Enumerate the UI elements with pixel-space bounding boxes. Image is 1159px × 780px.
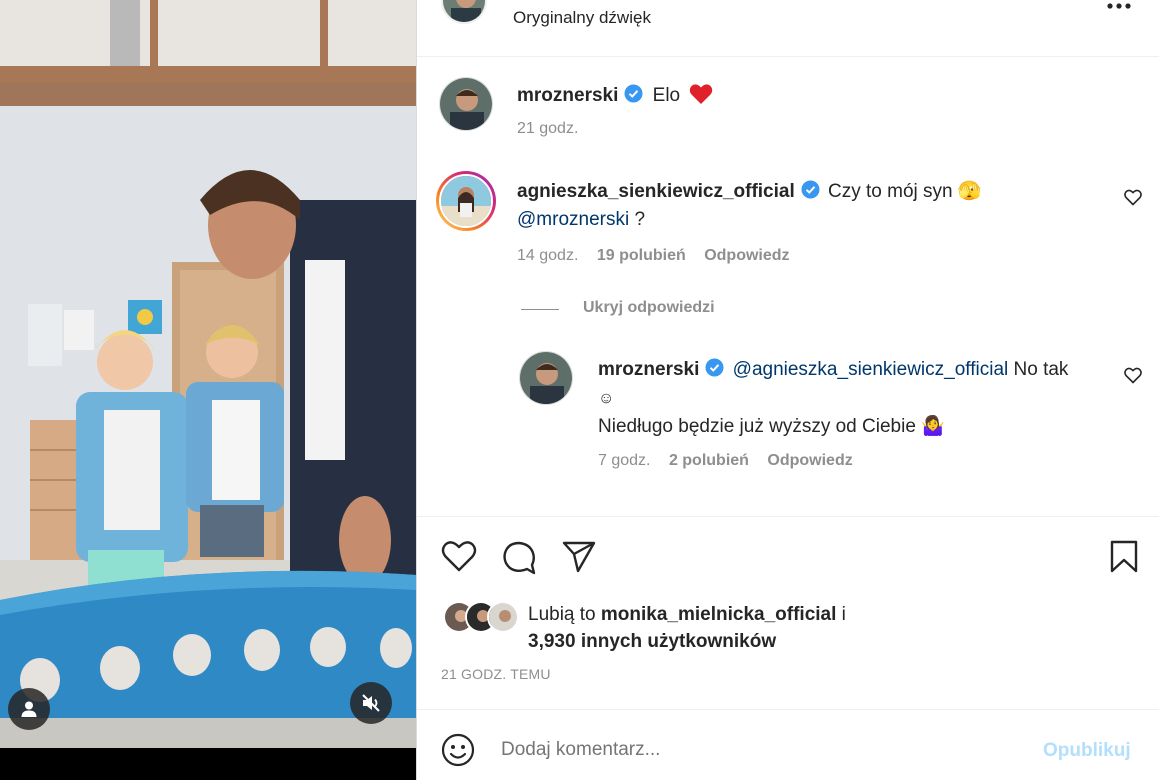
post-panel: Oryginalny dźwięk mroznerski Elo 21 godz… [416, 0, 1159, 780]
verified-icon [801, 180, 820, 199]
comment-time[interactable]: 14 godz. [517, 247, 578, 264]
video-frame [0, 0, 416, 748]
comment-avatar-ring[interactable] [436, 171, 496, 231]
share-icon [562, 541, 596, 573]
share-button[interactable] [561, 540, 597, 579]
audio-label[interactable]: Oryginalny dźwięk [513, 8, 651, 28]
emoji-button[interactable] [441, 733, 475, 772]
post-comment-button[interactable]: Opublikuj [1043, 740, 1131, 762]
reply-likes[interactable]: 2 polubień [669, 452, 749, 469]
heart-icon [1124, 189, 1142, 206]
caption-time[interactable]: 21 godz. [517, 120, 578, 138]
comment-button[interactable] [501, 540, 537, 581]
heart-emoji-icon [690, 84, 713, 104]
like-button[interactable] [441, 540, 477, 578]
likes-prefix: Lubią to [528, 604, 601, 625]
comment-avatar [439, 174, 493, 228]
save-button[interactable] [1109, 540, 1139, 579]
caption-avatar[interactable] [439, 77, 493, 131]
replies-line [521, 309, 559, 310]
reply-username[interactable]: mroznerski [598, 359, 699, 380]
verified-icon [705, 358, 724, 377]
likes-others[interactable]: 3,930 innych użytkowników [528, 628, 776, 656]
reply-body: mroznerski @agnieszka_sienkiewicz_offici… [598, 356, 1108, 441]
caption-username[interactable]: mroznerski [517, 85, 618, 106]
comment-likes[interactable]: 19 polubień [597, 247, 686, 264]
liker-avatars[interactable] [443, 601, 521, 633]
reply-meta: 7 godz. 2 polubień Odpowiedz [598, 452, 853, 470]
likes-summary: Lubią to monika_mielnicka_official i [528, 601, 846, 629]
emoji-icon [441, 733, 475, 767]
comment-meta: 14 godz. 19 polubień Odpowiedz [517, 247, 790, 265]
reply-like-button[interactable] [1124, 367, 1142, 389]
likes-user[interactable]: monika_mielnicka_official [601, 604, 837, 625]
bookmark-icon [1110, 540, 1138, 573]
mute-icon [362, 694, 380, 712]
video-player[interactable] [0, 0, 416, 780]
video-letterbox [0, 748, 416, 780]
comment-input[interactable] [501, 734, 1021, 766]
actions-divider [417, 516, 1159, 517]
reply-avatar[interactable] [519, 351, 573, 405]
reply-line2: Niedługo będzie już wyższy od Ciebie 🤷‍♀… [598, 416, 945, 437]
hide-replies-button[interactable]: Ukryj odpowiedzi [583, 299, 715, 317]
comment-mention[interactable]: @mroznerski [517, 209, 629, 230]
reply-reply-button[interactable]: Odpowiedz [767, 452, 852, 469]
comment-username[interactable]: agnieszka_sienkiewicz_official [517, 181, 795, 202]
post-timestamp[interactable]: 21 GODZ. TEMU [441, 666, 551, 682]
mute-button[interactable] [350, 682, 392, 724]
input-divider [417, 709, 1159, 710]
comment-icon [503, 541, 536, 575]
comment-reply-button[interactable]: Odpowiedz [704, 247, 789, 264]
heart-icon [441, 541, 477, 572]
likes-suffix: i [836, 604, 846, 625]
verified-icon [624, 84, 643, 103]
reply-time[interactable]: 7 godz. [598, 452, 650, 469]
caption: mroznerski Elo [517, 82, 713, 110]
liker-avatar [487, 601, 519, 633]
more-button[interactable] [1105, 0, 1137, 12]
comment-body: agnieszka_sienkiewicz_official Czy to mó… [517, 178, 1107, 234]
comment-text: Czy to mój syn 🫣 [828, 181, 982, 202]
header-divider [417, 56, 1159, 57]
reply-mention[interactable]: @agnieszka_sienkiewicz_official [733, 359, 1009, 380]
author-avatar-header[interactable] [441, 0, 487, 24]
heart-icon [1124, 367, 1142, 384]
reply-emoji: ☺ [598, 390, 615, 407]
comment-like-button[interactable] [1124, 189, 1142, 211]
user-tag-button[interactable] [8, 688, 50, 730]
more-icon [1107, 3, 1131, 9]
user-tag-icon [21, 701, 37, 717]
comment-text-tail: ? [629, 209, 646, 230]
caption-text: Elo [652, 85, 681, 106]
reply-text: No tak [1008, 359, 1069, 380]
